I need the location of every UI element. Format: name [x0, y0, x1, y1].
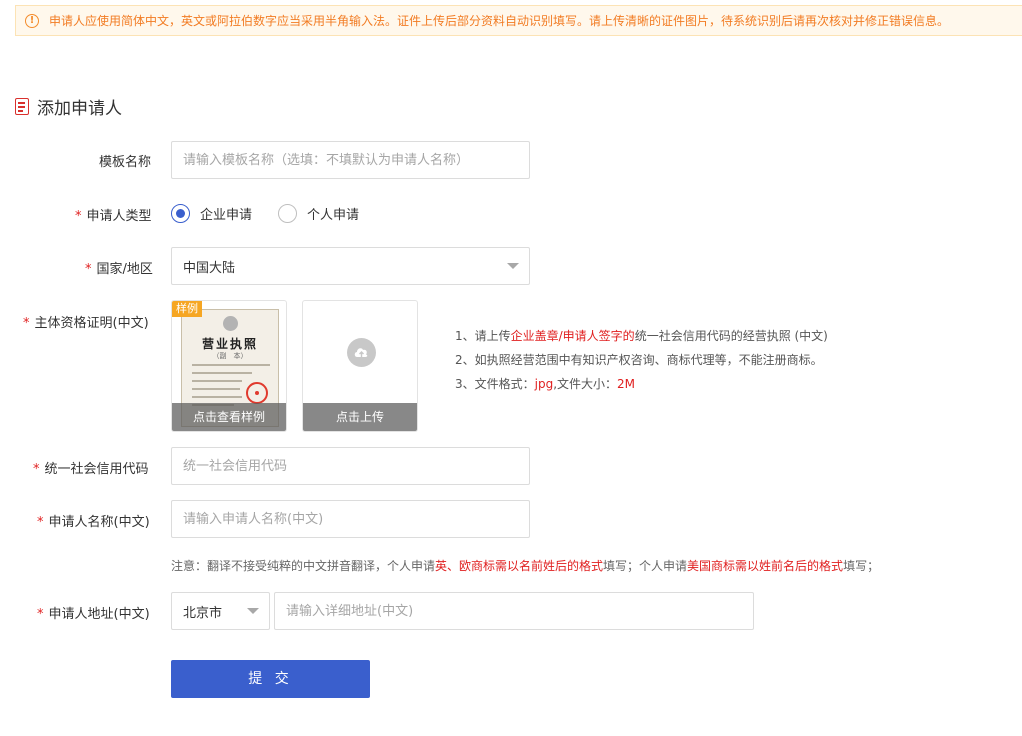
tip-1: 1、请上传企业盖章/申请人签字的统一社会信用代码的经营执照 (中文) — [455, 329, 828, 343]
region-label: * 国家/地区 — [85, 262, 153, 277]
radio-individual[interactable]: 个人申请 — [278, 204, 359, 223]
radio-checked-icon — [171, 204, 190, 223]
seal-icon — [246, 382, 268, 404]
license-title: 营业执照 — [201, 337, 258, 351]
chevron-down-icon — [507, 263, 519, 269]
qualification-label: * 主体资格证明(中文) — [23, 316, 149, 331]
applicant-name-label: * 申请人名称(中文) — [37, 515, 150, 530]
sample-tag: 样例 — [172, 301, 202, 317]
tip-2: 2、如执照经营范围中有知识产权咨询、商标代理等，不能注册商标。 — [455, 353, 823, 367]
required-mark: * — [75, 209, 82, 224]
required-mark: * — [37, 607, 44, 622]
radio-unchecked-icon — [278, 204, 298, 223]
region-value: 中国大陆 — [183, 260, 236, 276]
page-title: 添加申请人 — [37, 99, 122, 119]
applicant-name-input[interactable] — [171, 500, 530, 538]
required-mark: * — [85, 262, 92, 277]
required-mark: * — [37, 515, 44, 530]
template-name-input[interactable] — [171, 141, 530, 179]
sample-license-card[interactable]: 样例 营业执照 （副 本） 点击查看样例 — [171, 300, 287, 432]
name-note: 注意：翻译不接受纯粹的中文拼音翻译，个人申请英、欧商标需以名前姓后的格式填写；个… — [171, 559, 880, 573]
region-select[interactable]: 中国大陆 — [171, 247, 530, 285]
upload-tips: 1、请上传企业盖章/申请人签字的统一社会信用代码的经营执照 (中文) 2、如执照… — [455, 326, 828, 398]
national-emblem-icon — [223, 316, 238, 331]
upload-button[interactable]: 点击上传 — [303, 403, 417, 431]
required-mark: * — [23, 316, 30, 331]
city-value: 北京市 — [183, 605, 223, 621]
view-sample-button[interactable]: 点击查看样例 — [172, 403, 286, 431]
license-subtitle: （副 本） — [212, 352, 248, 360]
submit-button[interactable]: 提 交 — [171, 660, 370, 698]
address-detail-input[interactable] — [274, 592, 754, 630]
template-name-label: 模板名称 — [99, 155, 152, 170]
credit-code-label: * 统一社会信用代码 — [33, 462, 149, 477]
document-icon — [15, 98, 29, 115]
address-label: * 申请人地址(中文) — [37, 607, 150, 622]
warning-icon: ! — [25, 13, 39, 28]
notice-text: 申请人应使用简体中文，英文或阿拉伯数字应当采用半角输入法。证件上传后部分资料自动… — [49, 14, 950, 28]
applicant-type-radio-group: 企业申请 个人申请 — [171, 204, 385, 223]
tip-3: 3、文件格式：jpg,文件大小：2M — [455, 377, 636, 391]
credit-code-input[interactable] — [171, 447, 530, 485]
radio-individual-label: 个人申请 — [307, 208, 360, 223]
radio-enterprise-label: 企业申请 — [200, 208, 253, 223]
city-select[interactable]: 北京市 — [171, 592, 270, 630]
notice-bar: ! 申请人应使用简体中文，英文或阿拉伯数字应当采用半角输入法。证件上传后部分资料… — [15, 5, 1022, 36]
required-mark: * — [33, 462, 40, 477]
section-header: 添加申请人 — [15, 94, 122, 119]
radio-enterprise[interactable]: 企业申请 — [171, 204, 252, 223]
applicant-type-label: * 申请人类型 — [75, 209, 152, 224]
cloud-upload-icon — [347, 338, 376, 367]
upload-card[interactable]: 点击上传 — [302, 300, 418, 432]
chevron-down-icon — [247, 608, 259, 614]
